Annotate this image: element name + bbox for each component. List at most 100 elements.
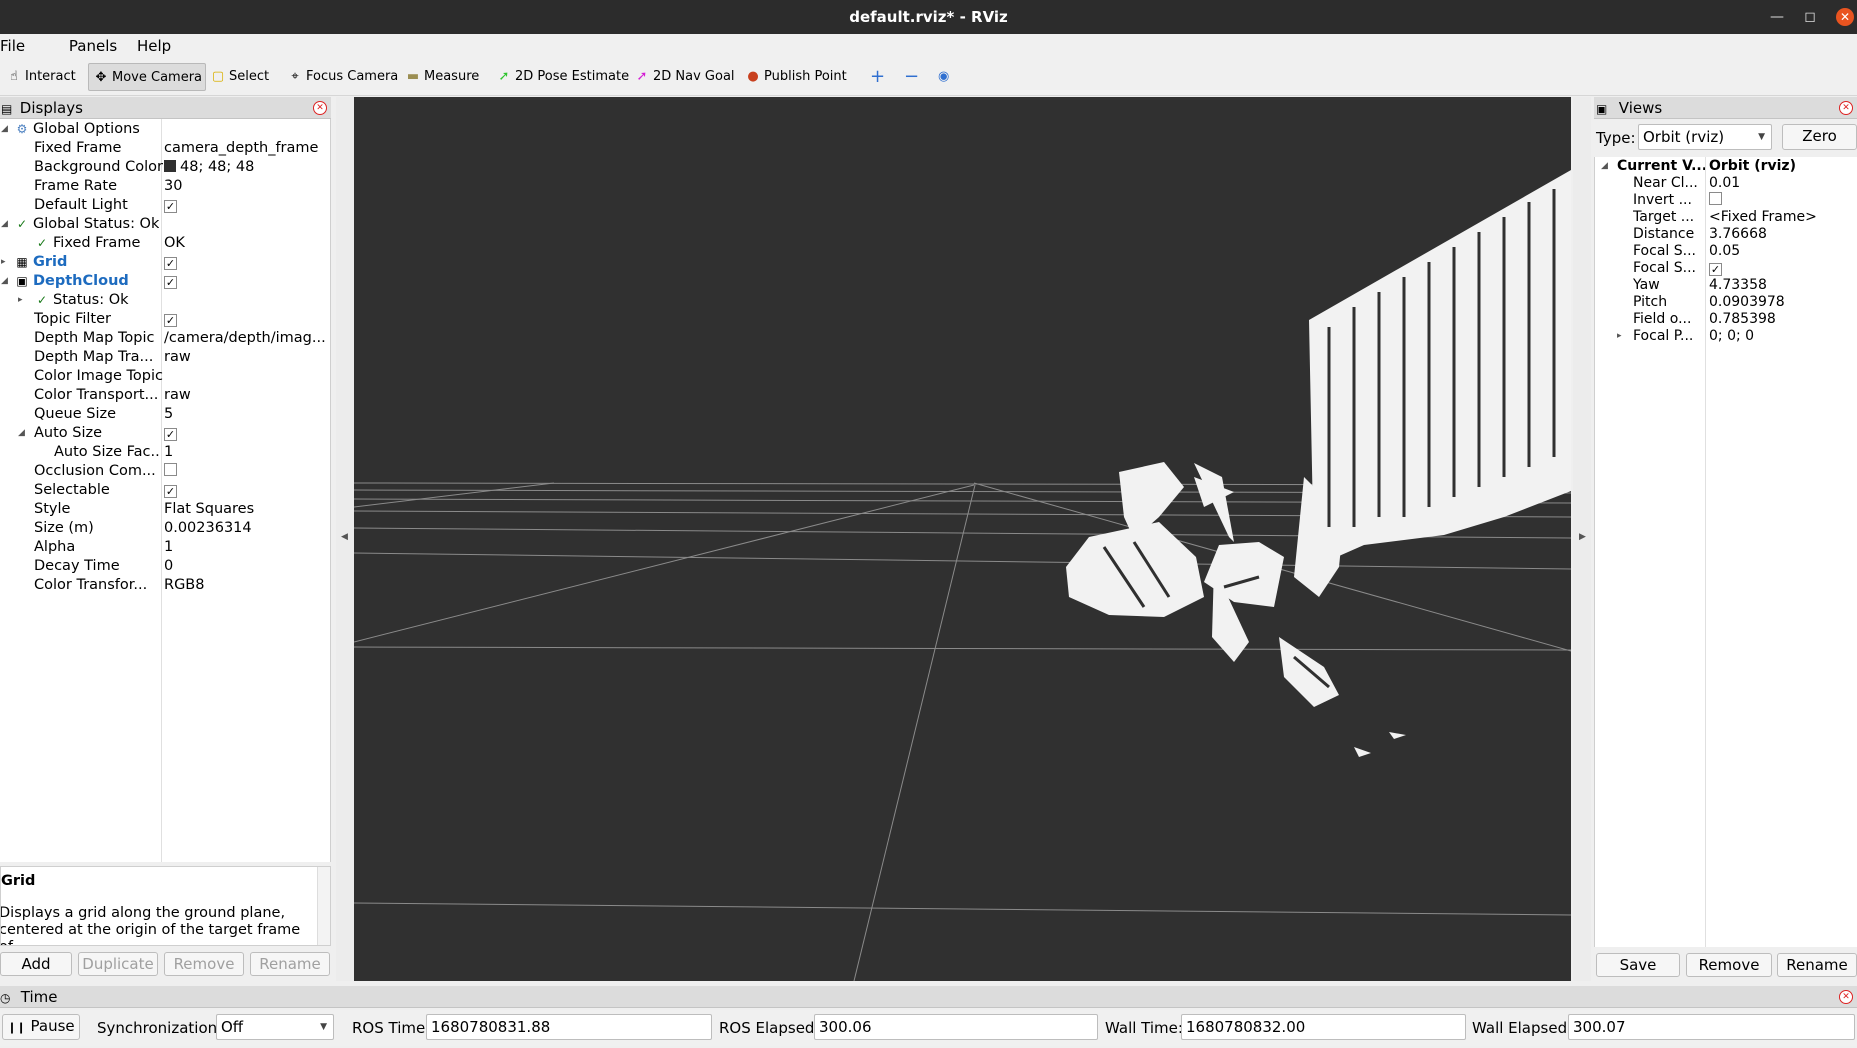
maximize-icon[interactable]: ◻ — [1801, 8, 1819, 26]
collapsed-arrow-icon[interactable]: ▸ — [1, 253, 6, 272]
publish-point-tool[interactable]: ● Publish Point — [741, 63, 846, 91]
tree-row-alpha[interactable]: Alpha 1 — [0, 538, 330, 557]
3d-scene — [354, 170, 1571, 981]
view-row-current[interactable]: ◢ Current V... Orbit (rviz) — [1595, 158, 1857, 175]
expanded-arrow-icon[interactable]: ◢ — [1, 120, 8, 139]
collapse-right-icon[interactable]: ▶ — [1579, 532, 1586, 542]
depthcloud-enabled-checkbox[interactable]: ✓ — [164, 276, 177, 289]
collapse-left-icon[interactable]: ◀ — [341, 532, 348, 542]
interact-tool[interactable]: ☝ Interact — [2, 63, 84, 91]
pause-button[interactable]: ❙❙ Pause — [2, 1014, 80, 1040]
move-camera-tool[interactable]: ✥ Move Camera — [88, 63, 206, 91]
3d-viewport[interactable] — [354, 97, 1571, 981]
select-tool[interactable]: ▢ Select — [206, 63, 278, 91]
rename-display-button[interactable]: Rename — [250, 952, 330, 976]
menu-help[interactable]: Help — [137, 34, 171, 58]
focus-camera-tool[interactable]: ⌖ Focus Camera — [283, 63, 398, 91]
menu-panels[interactable]: Panels — [69, 34, 117, 58]
tree-row-queue-size[interactable]: Queue Size 5 — [0, 405, 330, 424]
tree-row-status-fixed-frame[interactable]: ✓ Fixed Frame OK — [0, 234, 330, 253]
menu-file[interactable]: File — [0, 34, 25, 58]
view-row-yaw[interactable]: Yaw 4.73358 — [1595, 277, 1857, 294]
duplicate-display-button[interactable]: Duplicate — [78, 952, 158, 976]
expanded-arrow-icon[interactable]: ◢ — [1, 272, 8, 291]
add-tool-icon[interactable]: + — [866, 63, 888, 91]
tree-row-depth-map-transport[interactable]: Depth Map Tra... raw — [0, 348, 330, 367]
views-tree: ◢ Current V... Orbit (rviz) Near Cl... 0… — [1594, 157, 1857, 947]
minimize-icon[interactable]: — — [1768, 8, 1786, 26]
synchronization-dropdown[interactable]: Off ▼ — [216, 1014, 334, 1040]
view-row-focal-shape-fixed[interactable]: Focal S... ✓ — [1595, 260, 1857, 277]
tree-row-depth-map-topic[interactable]: Depth Map Topic /camera/depth/imag... — [0, 329, 330, 348]
ros-time-field[interactable]: 1680780831.88 — [426, 1014, 712, 1040]
grid-enabled-checkbox[interactable]: ✓ — [164, 257, 177, 270]
2d-pose-estimate-tool[interactable]: ➚ 2D Pose Estimate — [492, 63, 630, 91]
tree-row-frame-rate[interactable]: Frame Rate 30 — [0, 177, 330, 196]
focal-shape-checkbox[interactable]: ✓ — [1709, 263, 1722, 276]
invert-checkbox[interactable] — [1709, 192, 1722, 205]
tree-row-size[interactable]: Size (m) 0.00236314 — [0, 519, 330, 538]
tree-row-background-color[interactable]: Background Color 48; 48; 48 — [0, 158, 330, 177]
tree-row-global-options[interactable]: ◢ ⚙ Global Options — [0, 120, 330, 139]
view-row-distance[interactable]: Distance 3.76668 — [1595, 226, 1857, 243]
occlusion-checkbox[interactable] — [164, 463, 177, 476]
tree-row-color-transport[interactable]: Color Transport... raw — [0, 386, 330, 405]
remove-tool-icon[interactable]: − — [900, 63, 922, 91]
view-row-pitch[interactable]: Pitch 0.0903978 — [1595, 294, 1857, 311]
tree-row-color-transformer[interactable]: Color Transfor... RGB8 — [0, 576, 330, 595]
expanded-arrow-icon[interactable]: ◢ — [18, 424, 25, 443]
view-row-field-of-view[interactable]: Field o... 0.785398 — [1595, 311, 1857, 328]
view-row-near-clip[interactable]: Near Cl... 0.01 — [1595, 175, 1857, 192]
description-scrollbar[interactable] — [317, 867, 330, 945]
displays-tree: ◢ ⚙ Global Options Fixed Frame camera_dep… — [0, 119, 331, 862]
ros-elapsed-field[interactable]: 300.06 — [814, 1014, 1098, 1040]
save-view-button[interactable]: Save — [1596, 953, 1680, 977]
views-type-dropdown[interactable]: Orbit (rviz) ▼ — [1638, 124, 1772, 150]
views-close-icon[interactable]: ✕ — [1839, 101, 1853, 115]
tree-row-grid[interactable]: ▸ ▦ Grid ✓ — [0, 253, 330, 272]
expanded-arrow-icon[interactable]: ◢ — [1601, 158, 1608, 175]
left-splitter[interactable]: ◀ — [336, 97, 354, 981]
zero-button[interactable]: Zero — [1782, 124, 1857, 150]
tree-row-auto-size[interactable]: ◢ Auto Size ✓ — [0, 424, 330, 443]
view-row-invert[interactable]: Invert ... — [1595, 192, 1857, 209]
default-light-checkbox[interactable]: ✓ — [164, 200, 177, 213]
tree-row-decay-time[interactable]: Decay Time 0 — [0, 557, 330, 576]
tree-row-default-light[interactable]: Default Light ✓ — [0, 196, 330, 215]
tree-row-fixed-frame[interactable]: Fixed Frame camera_depth_frame — [0, 139, 330, 158]
wall-elapsed-field[interactable]: 300.07 — [1568, 1014, 1855, 1040]
tree-row-depthcloud[interactable]: ◢ ▣ DepthCloud ✓ — [0, 272, 330, 291]
topic-filter-checkbox[interactable]: ✓ — [164, 314, 177, 327]
remove-view-button[interactable]: Remove — [1686, 953, 1772, 977]
auto-size-checkbox[interactable]: ✓ — [164, 428, 177, 441]
expanded-arrow-icon[interactable]: ◢ — [1, 215, 8, 234]
toolbar: ☝ Interact ✥ Move Camera ▢ Select ⌖ Focus Ca… — [0, 58, 1857, 96]
view-row-target[interactable]: Target ... <Fixed Frame> — [1595, 209, 1857, 226]
close-icon[interactable]: ✕ — [1836, 8, 1854, 26]
tree-row-topic-filter[interactable]: Topic Filter ✓ — [0, 310, 330, 329]
tree-row-depthcloud-status[interactable]: ▸ ✓ Status: Ok — [0, 291, 330, 310]
collapsed-arrow-icon[interactable]: ▸ — [1617, 328, 1622, 345]
camera-icon: ▣ — [16, 274, 28, 288]
displays-close-icon[interactable]: ✕ — [313, 101, 327, 115]
wall-time-field[interactable]: 1680780832.00 — [1181, 1014, 1466, 1040]
tree-row-auto-size-factor[interactable]: Auto Size Fac... 1 — [0, 443, 330, 462]
2d-nav-goal-tool[interactable]: ➚ 2D Nav Goal — [630, 63, 735, 91]
tree-row-occlusion[interactable]: Occlusion Com... — [0, 462, 330, 481]
time-close-icon[interactable]: ✕ — [1839, 990, 1853, 1004]
camera-icon: ▣ — [1596, 102, 1608, 116]
tree-row-color-image-topic[interactable]: Color Image Topic — [0, 367, 330, 386]
tree-row-style[interactable]: Style Flat Squares — [0, 500, 330, 519]
tree-row-global-status[interactable]: ◢ ✓ Global Status: Ok — [0, 215, 330, 234]
selectable-checkbox[interactable]: ✓ — [164, 485, 177, 498]
tree-row-selectable[interactable]: Selectable ✓ — [0, 481, 330, 500]
add-display-button[interactable]: Add — [0, 952, 72, 976]
remove-display-button[interactable]: Remove — [164, 952, 244, 976]
view-row-focal-shape-size[interactable]: Focal S... 0.05 — [1595, 243, 1857, 260]
rename-view-button[interactable]: Rename — [1777, 953, 1857, 977]
view-row-focal-point[interactable]: ▸ Focal P... 0; 0; 0 — [1595, 328, 1857, 345]
right-splitter[interactable]: ▶ — [1573, 97, 1591, 981]
collapsed-arrow-icon[interactable]: ▸ — [18, 291, 23, 310]
eye-icon[interactable]: ◉ — [934, 63, 960, 91]
measure-tool[interactable]: ▬ Measure — [401, 63, 481, 91]
